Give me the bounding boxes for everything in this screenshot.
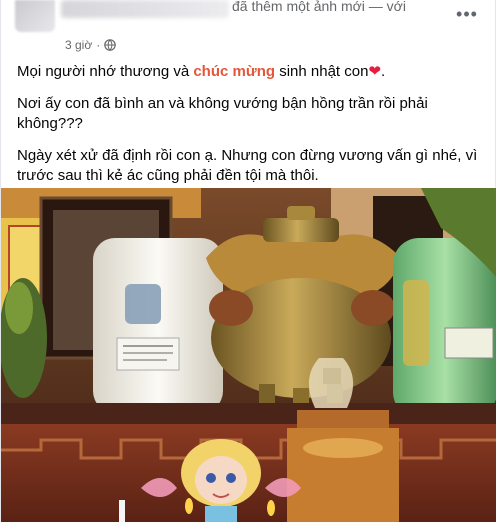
post-header: đã thêm một ảnh mới — với 3 giờ · ••• [1, 0, 496, 58]
highlighted-phrase: chúc mừng [193, 63, 276, 80]
more-horizontal-icon[interactable]: ••• [456, 4, 477, 24]
post-meta: 3 giờ · [65, 38, 117, 52]
post-paragraph-3: Ngày xét xử đã định rồi con ạ. Nhưng con… [17, 147, 478, 184]
post-paragraph-1: Mọi người nhớ thương và chúc mừng sinh n… [17, 63, 386, 80]
post-paragraph-2: Nơi ấy con đã bình an và không vướng bận… [17, 95, 428, 132]
globe-icon [104, 39, 117, 51]
author-name-blurred[interactable] [61, 0, 229, 18]
altar-photo-illustration [1, 188, 496, 522]
post-action-text: đã thêm một ảnh mới — với [232, 0, 406, 14]
post-photo[interactable] [1, 188, 496, 522]
facebook-post: đã thêm một ảnh mới — với 3 giờ · ••• Mọ… [0, 0, 496, 522]
author-avatar[interactable] [15, 0, 55, 32]
post-timestamp[interactable]: 3 giờ [65, 38, 92, 52]
post-text: Mọi người nhớ thương và chúc mừng sinh n… [17, 62, 485, 198]
heart-emoji-icon: ❤ [368, 63, 382, 80]
